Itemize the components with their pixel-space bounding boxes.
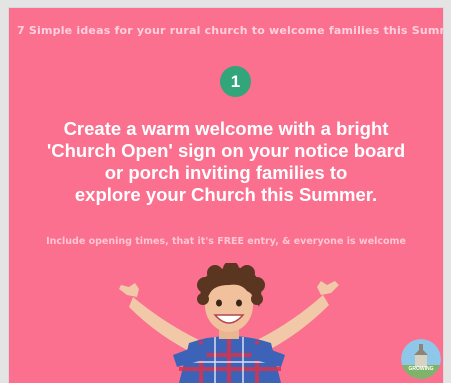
- headline-line: Create a warm welcome with a bright: [63, 118, 389, 139]
- headline-line: or porch inviting families to: [104, 162, 348, 183]
- slide-headline: Create a warm welcome with a bright 'Chu…: [19, 118, 433, 206]
- child-photo: [119, 263, 339, 383]
- slide-subline: Include opening times, that it's FREE en…: [46, 236, 406, 247]
- ministry-logo: GROWING: [401, 339, 441, 379]
- slide-frame: 7 Simple ideas for your rural church to …: [0, 0, 451, 383]
- slide: 7 Simple ideas for your rural church to …: [9, 8, 443, 383]
- step-number-badge: 1: [220, 66, 251, 97]
- slide-caption: 7 Simple ideas for your rural church to …: [17, 24, 443, 37]
- headline-line: 'Church Open' sign on your notice board: [46, 140, 406, 161]
- logo-text: GROWING: [408, 366, 434, 372]
- headline-line: explore your Church this Summer.: [74, 184, 378, 205]
